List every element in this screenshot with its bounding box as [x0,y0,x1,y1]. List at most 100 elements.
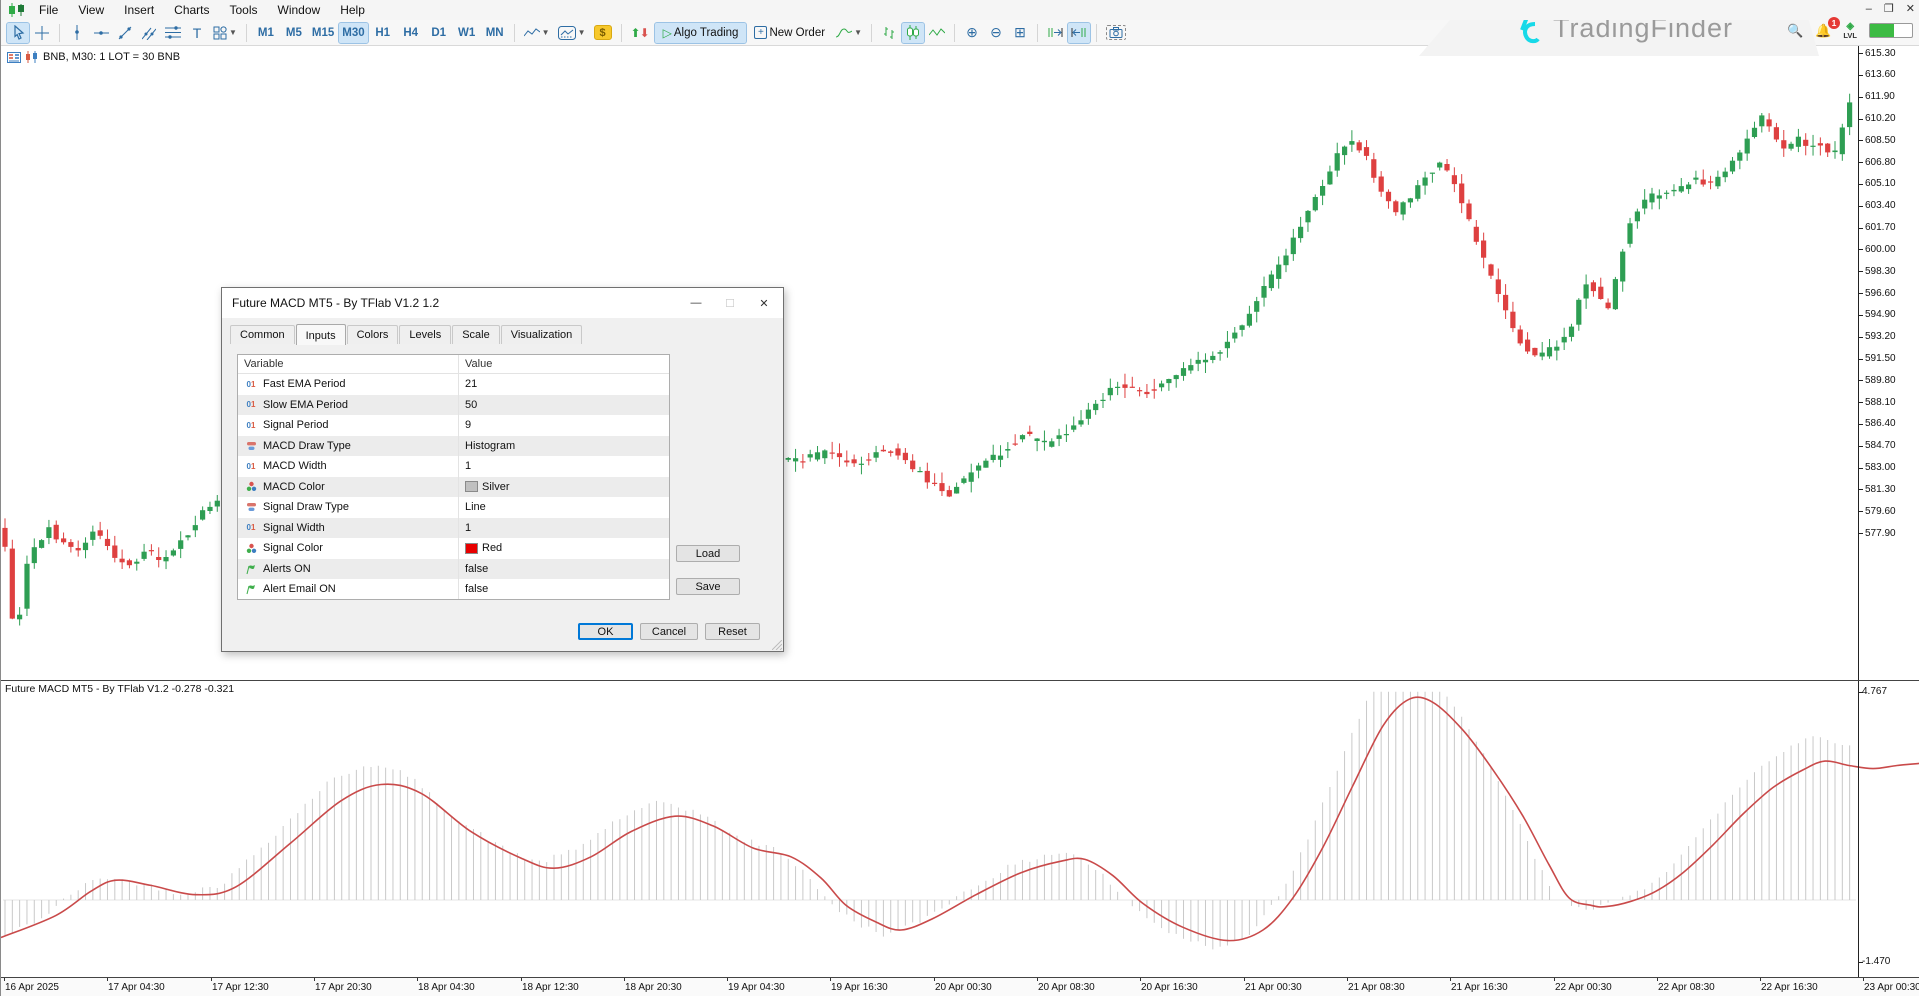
crosshair-tool[interactable] [31,23,53,43]
time-label: 16 Apr 2025 [5,982,59,993]
param-value[interactable]: Red [482,542,502,554]
resize-grip[interactable] [772,640,782,650]
timeframe-m30[interactable]: M30 [339,23,367,43]
indicator-curve-button[interactable]: ▼ [833,23,865,43]
param-value[interactable]: 1 [465,460,471,472]
time-label: 20 Apr 08:30 [1038,982,1095,993]
channel-tool[interactable] [138,23,160,43]
screenshot-button[interactable] [1103,23,1129,43]
panel-separator[interactable] [1,680,1919,681]
menu-view[interactable]: View [68,1,114,19]
horizontal-line-tool[interactable] [90,23,112,43]
param-row-macd-width[interactable]: 01MACD Width1 [238,456,669,477]
param-value[interactable]: Histogram [465,440,515,452]
param-row-signal-draw-type[interactable]: Signal Draw TypeLine [238,497,669,518]
text-tool[interactable]: T [186,23,208,43]
load-button[interactable]: Load [676,545,740,562]
window-restore-button[interactable]: ❐ [1884,1,1894,17]
chart-style-button[interactable]: ▼ [521,23,553,43]
dialog-close-button[interactable]: ✕ [747,288,781,318]
draw-type-icon [244,441,258,451]
dialog-titlebar[interactable]: Future MACD MT5 - By TFlab V1.2 1.2 — ☐ … [222,288,783,318]
table-rows: 01Fast EMA Period2101Slow EMA Period5001… [238,374,669,600]
menu-charts[interactable]: Charts [164,1,219,19]
search-icon[interactable]: 🔍 [1787,23,1803,39]
window-minimize-button[interactable]: – [1866,1,1872,17]
numeric-type-icon: 01 [244,400,258,409]
time-axis[interactable]: 16 Apr 202517 Apr 04:3017 Apr 12:3017 Ap… [1,977,1919,996]
menu-help[interactable]: Help [330,1,375,19]
time-label: 19 Apr 04:30 [728,982,785,993]
tab-inputs[interactable]: Inputs [296,324,346,345]
param-value[interactable]: false [465,583,488,595]
param-row-alert-email-on[interactable]: Alert Email ONfalse [238,579,669,600]
objects-levels-tool[interactable] [162,23,184,43]
tile-windows-button[interactable]: ⊞ [1009,23,1031,43]
param-row-signal-color[interactable]: Signal ColorRed [238,538,669,559]
candles-style-button[interactable] [902,23,924,43]
timeframe-d1[interactable]: D1 [426,23,452,43]
new-order-button[interactable]: + New Order [748,23,831,43]
tab-scale[interactable]: Scale [452,325,500,344]
macd-scale-max: 4.767 [1862,686,1887,697]
depth-of-market-button[interactable]: ⬆⬇ [628,23,653,43]
time-tick [1450,978,1451,981]
zoom-out-button[interactable]: ⊖ [985,23,1007,43]
menu-file[interactable]: File [29,1,68,19]
ok-button[interactable]: OK [578,623,633,640]
timeframe-m1[interactable]: M1 [253,23,279,43]
param-value[interactable]: 50 [465,399,477,411]
vertical-line-tool[interactable] [66,23,88,43]
menu-tools[interactable]: Tools [220,1,268,19]
pointer-tool[interactable] [7,23,29,43]
param-row-signal-period[interactable]: 01Signal Period9 [238,415,669,436]
timeframe-w1[interactable]: W1 [454,23,480,43]
param-row-macd-draw-type[interactable]: MACD Draw TypeHistogram [238,436,669,457]
time-label: 22 Apr 08:30 [1658,982,1715,993]
chart-shift-button[interactable] [1068,23,1090,43]
dialog-maximize-button[interactable]: ☐ [713,288,747,318]
line-style-button[interactable] [926,23,948,43]
dialog-minimize-button[interactable]: — [679,288,713,318]
param-value[interactable]: 9 [465,419,471,431]
save-button[interactable]: Save [676,578,740,595]
color-type-icon [244,481,258,492]
connection-toggle[interactable] [1869,23,1913,38]
window-close-button[interactable]: ✕ [1906,1,1915,17]
param-value[interactable]: Line [465,501,486,513]
param-value[interactable]: Silver [482,481,510,493]
timeframe-m5[interactable]: M5 [281,23,307,43]
algo-trading-button[interactable]: ▷ Algo Trading [655,23,747,43]
param-value[interactable]: false [465,563,488,575]
menu-insert[interactable]: Insert [114,1,164,19]
trendline-tool[interactable] [114,23,136,43]
timeframe-m15[interactable]: M15 [309,23,337,43]
menu-window[interactable]: Window [268,1,331,19]
param-row-macd-color[interactable]: MACD ColorSilver [238,477,669,498]
auto-scroll-button[interactable] [1044,23,1066,43]
symbols-button[interactable]: $ [591,23,615,43]
timeframe-mn[interactable]: MN [482,23,508,43]
bars-style-button[interactable] [878,23,900,43]
shapes-tool[interactable]: ▼ [210,23,240,43]
tab-levels[interactable]: Levels [399,325,451,344]
cancel-button[interactable]: Cancel [640,623,698,640]
zoom-in-button[interactable]: ⊕ [961,23,983,43]
reset-button[interactable]: Reset [705,623,760,640]
param-row-fast-ema-period[interactable]: 01Fast EMA Period21 [238,374,669,395]
tab-colors[interactable]: Colors [347,325,399,344]
param-row-signal-width[interactable]: 01Signal Width1 [238,518,669,539]
parameters-table: Variable Value 01Fast EMA Period2101Slow… [237,354,670,600]
timeframe-h1[interactable]: H1 [370,23,396,43]
tab-common[interactable]: Common [230,325,295,344]
param-value[interactable]: 21 [465,378,477,390]
param-row-alerts-on[interactable]: Alerts ONfalse [238,559,669,580]
lvl-indicator[interactable]: ◈LVL [1843,22,1857,40]
indicators-button[interactable]: ▼ [555,23,589,43]
timeframe-h4[interactable]: H4 [398,23,424,43]
notification-bell-icon[interactable]: 🔔1 [1815,23,1831,39]
param-value[interactable]: 1 [465,522,471,534]
indicator-settings-dialog: Future MACD MT5 - By TFlab V1.2 1.2 — ☐ … [221,287,784,652]
param-row-slow-ema-period[interactable]: 01Slow EMA Period50 [238,395,669,416]
tab-visualization[interactable]: Visualization [501,325,583,344]
